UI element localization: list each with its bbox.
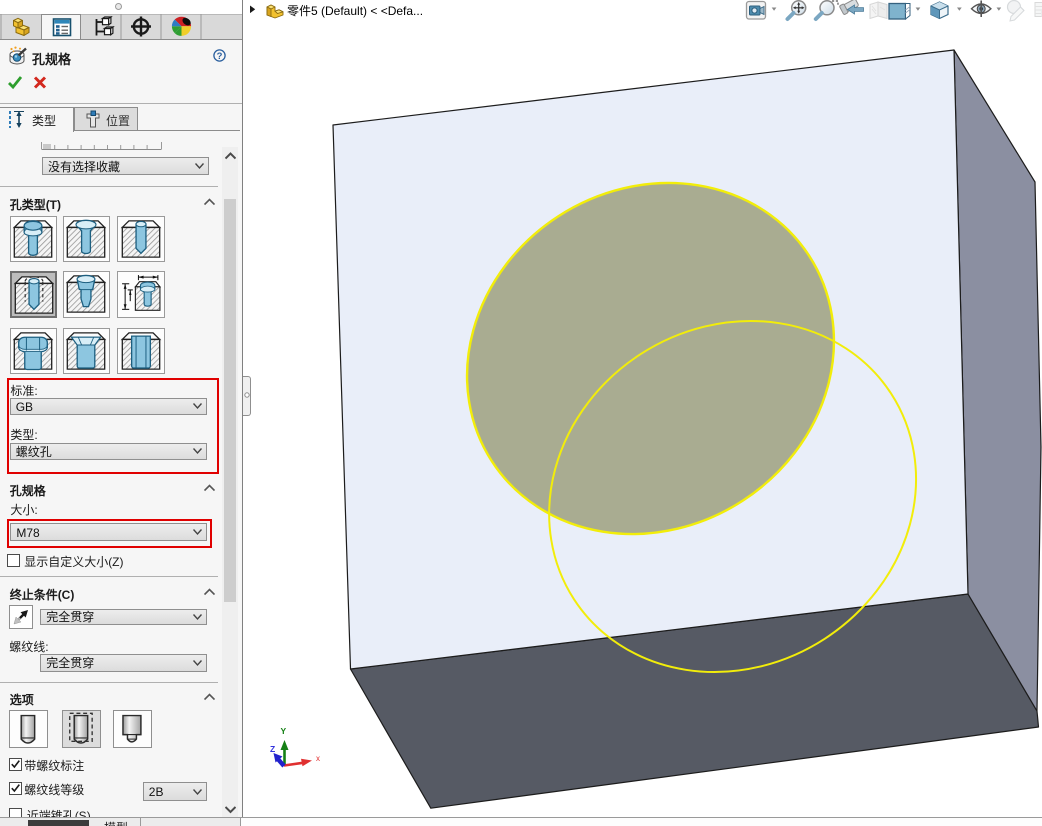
svg-text:x: x — [316, 754, 320, 763]
svg-text:?: ? — [217, 51, 223, 62]
svg-text:Y: Y — [281, 726, 287, 736]
svg-text:Z: Z — [270, 744, 275, 754]
